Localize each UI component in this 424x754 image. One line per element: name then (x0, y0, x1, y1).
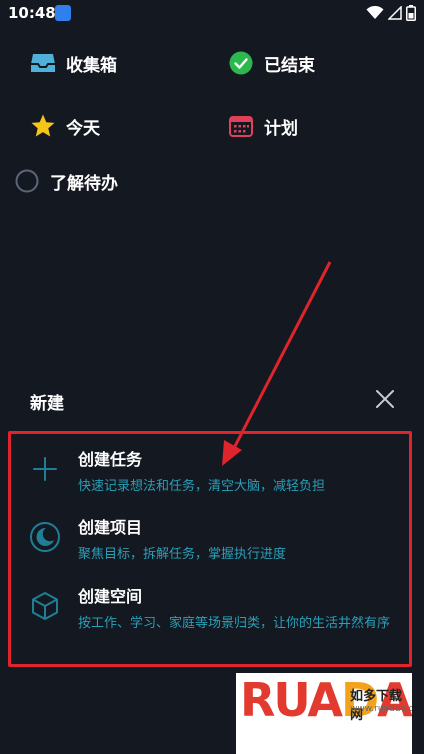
check-circle-icon (228, 50, 254, 76)
sheet-title: 新建 (30, 394, 64, 414)
create-task-title: 创建任务 (78, 450, 143, 469)
plus-icon (26, 450, 64, 488)
watermark-logo: RUADADO 如多下载网 www.ruaduo.com (236, 673, 412, 754)
nav-learn-label: 了解待办 (50, 173, 118, 194)
create-project-desc: 聚焦目标，拆解任务，掌握执行进度 (78, 547, 287, 562)
cube-icon (26, 587, 64, 625)
signal-icon (388, 6, 402, 20)
wifi-icon (366, 6, 384, 19)
create-space-desc: 按工作、学习、家庭等场景归类，让你的生活井然有序 (78, 616, 391, 631)
close-icon[interactable] (374, 388, 396, 410)
nav-plan[interactable]: 计划 (228, 113, 298, 139)
create-project-option[interactable]: 创建项目 聚焦目标，拆解任务，掌握执行进度 (26, 518, 396, 566)
create-task-option[interactable]: 创建任务 快速记录想法和任务，清空大脑，减轻负担 (26, 450, 396, 498)
create-project-title: 创建项目 (78, 518, 143, 537)
create-space-title: 创建空间 (78, 587, 143, 606)
calendar-icon (228, 113, 254, 139)
create-task-desc: 快速记录想法和任务，清空大脑，减轻负担 (78, 479, 326, 494)
nav-inbox[interactable]: 收集箱 (30, 50, 117, 76)
battery-icon (406, 5, 416, 21)
circle-outline-icon (14, 168, 40, 194)
nav-done-label: 已结束 (264, 55, 315, 76)
star-icon (30, 113, 56, 139)
nav-today[interactable]: 今天 (30, 113, 100, 139)
status-bar: 10:48 (0, 0, 424, 26)
nav-plan-label: 计划 (264, 118, 298, 139)
nav-inbox-label: 收集箱 (66, 55, 117, 76)
nav-learn-todo[interactable]: 了解待办 (14, 168, 118, 194)
status-icons (366, 4, 416, 22)
nav-today-label: 今天 (66, 118, 100, 139)
status-time: 10:48 (8, 4, 56, 22)
nav-done[interactable]: 已结束 (228, 50, 315, 76)
project-moon-icon (26, 518, 64, 556)
inbox-icon (30, 50, 56, 76)
watermark-site: www.ruaduo.com (350, 704, 412, 714)
create-space-option[interactable]: 创建空间 按工作、学习、家庭等场景归类，让你的生活井然有序 (26, 587, 396, 635)
app-notification-icon (55, 5, 71, 21)
